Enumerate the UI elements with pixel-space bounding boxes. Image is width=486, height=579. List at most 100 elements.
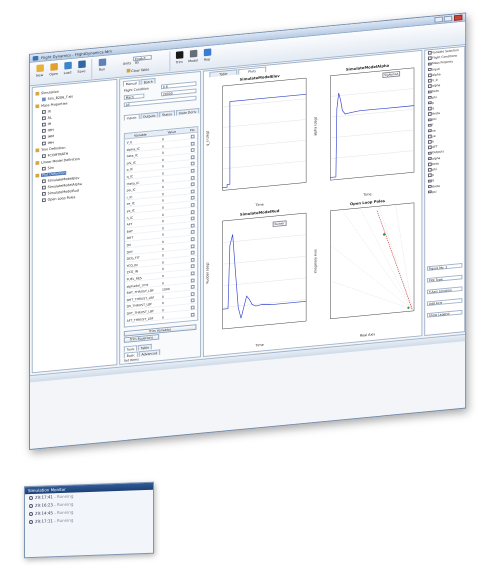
checkbox[interactable] <box>427 179 432 183</box>
checkbox[interactable] <box>427 78 432 83</box>
plot-checkbox[interactable] <box>190 155 195 160</box>
plot-setting-field[interactable]: Show Legend <box>427 309 463 318</box>
tab-plots-view[interactable]: Plots <box>238 66 267 75</box>
checkbox[interactable] <box>427 84 432 88</box>
plot-checkbox[interactable] <box>190 257 195 262</box>
checkbox[interactable] <box>427 67 432 72</box>
trim-button[interactable]: Trim <box>172 51 186 70</box>
value-cell[interactable]: 0 <box>162 158 164 162</box>
checkbox[interactable] <box>427 140 432 144</box>
save-button[interactable]: Save <box>75 60 89 79</box>
plot-alpha[interactable]: SimulateModelAlpha alpha (deg) SigAlphaA… <box>314 60 420 202</box>
plot-checkbox[interactable] <box>190 298 195 303</box>
value-cell[interactable]: 0 <box>162 151 164 155</box>
tab-outputs[interactable]: Outputs <box>140 111 159 120</box>
plot-checkbox[interactable] <box>190 202 195 207</box>
checkbox[interactable] <box>427 117 432 122</box>
model-button[interactable]: Model <box>186 49 200 68</box>
checkbox[interactable] <box>427 129 432 133</box>
plot-checkbox[interactable] <box>190 223 195 228</box>
plot-setting-field[interactable]: Y-Axis Location <box>427 286 463 295</box>
minimize-button[interactable] <box>434 16 443 23</box>
value-cell[interactable]: 0 <box>162 144 164 148</box>
plot-checkbox[interactable] <box>190 312 195 317</box>
value-cell[interactable]: 0 <box>162 240 164 244</box>
checkbox[interactable] <box>427 123 432 127</box>
column-variable[interactable]: Variable <box>134 133 146 138</box>
plot-poles[interactable]: Open Loop Poles Imaginary Axis Real Axis <box>314 195 420 342</box>
tab-manual[interactable]: Manual <box>122 79 140 87</box>
tab-advanced[interactable]: Advanced <box>138 349 160 357</box>
value-cell[interactable]: 0 <box>162 172 164 176</box>
checkbox[interactable] <box>427 90 432 94</box>
checkbox[interactable] <box>427 184 432 189</box>
plot-checkbox[interactable] <box>190 175 195 180</box>
checkbox[interactable] <box>427 73 432 77</box>
value-cell[interactable]: 0 <box>162 247 164 251</box>
plot-checkbox[interactable] <box>190 134 195 139</box>
maximize-button[interactable] <box>443 15 453 22</box>
value-cell[interactable]: 0 <box>162 315 164 319</box>
checkbox[interactable] <box>427 51 432 55</box>
plot-setting-field[interactable]: Add Axis <box>427 298 463 306</box>
value-cell[interactable]: 0 <box>162 233 164 237</box>
value-cell[interactable]: 0 <box>162 192 164 196</box>
checkbox[interactable] <box>427 56 432 61</box>
value-cell[interactable]: 0 <box>162 254 164 258</box>
value-cell[interactable]: 0 <box>162 295 164 299</box>
open-button[interactable]: Open <box>47 63 61 82</box>
plot-checkbox[interactable] <box>190 168 195 173</box>
close-button[interactable] <box>454 14 463 21</box>
plot-rud[interactable]: SimulateModelRud Rudder (deg) Rudder Tim… <box>206 205 312 353</box>
value-cell[interactable]: 0 <box>162 179 164 183</box>
checkbox[interactable] <box>427 106 432 111</box>
checkbox[interactable] <box>427 168 432 172</box>
value-cell[interactable]: 0 <box>162 199 164 203</box>
plot-setting-field[interactable]: Plot Type <box>427 274 463 283</box>
tab-state-deriv[interactable]: State Deriv <box>175 108 200 116</box>
plot-checkbox[interactable] <box>190 250 195 255</box>
plot-setting-field[interactable]: Figure No. 1 <box>427 263 463 271</box>
units-select[interactable]: English - BS <box>133 54 152 65</box>
value-cell[interactable]: 0 <box>162 274 164 278</box>
value-cell[interactable]: 0 <box>162 308 164 312</box>
plot-checkbox[interactable] <box>190 182 195 187</box>
checkbox[interactable] <box>427 190 432 194</box>
clear-table-button[interactable]: Clear Table <box>126 67 149 74</box>
run-button[interactable]: Run <box>95 58 109 77</box>
value-cell[interactable]: 0 <box>162 137 164 141</box>
mach-select[interactable]: Mach <box>123 93 145 100</box>
checkbox[interactable] <box>427 173 432 178</box>
value-cell[interactable]: 0 <box>162 165 164 169</box>
checkbox[interactable] <box>427 112 432 116</box>
checkbox[interactable] <box>427 62 432 66</box>
checkbox[interactable] <box>427 145 432 150</box>
checkbox[interactable] <box>427 95 432 100</box>
value-cell[interactable]: 1000 <box>162 287 170 291</box>
plot-checkbox[interactable] <box>190 216 195 221</box>
tab-inputs[interactable]: Inputs <box>123 113 140 121</box>
plot-checkbox[interactable] <box>190 161 195 166</box>
checkbox[interactable] <box>427 162 432 166</box>
plot-checkbox[interactable] <box>190 230 195 235</box>
value-cell[interactable]: 0 <box>162 261 164 265</box>
plot-checkbox[interactable] <box>190 141 195 146</box>
value-cell[interactable]: 0 <box>162 206 164 210</box>
plot-checkbox[interactable] <box>190 209 195 214</box>
column-value[interactable]: Value <box>168 130 176 134</box>
plot-checkbox[interactable] <box>190 264 195 269</box>
value-cell[interactable]: 0 <box>162 213 164 217</box>
value-cell[interactable]: 0 <box>162 267 164 271</box>
plot-checkbox[interactable] <box>190 278 195 283</box>
value-cell[interactable]: 0 <box>162 185 164 189</box>
value-cell[interactable]: 0 <box>162 281 164 285</box>
column-plot[interactable]: Plo <box>190 128 195 132</box>
plot-checkbox[interactable] <box>190 244 195 248</box>
plot-checkbox[interactable] <box>190 291 195 296</box>
load-button[interactable]: Load <box>61 61 75 80</box>
plot-checkbox[interactable] <box>190 148 195 153</box>
plot-checkbox[interactable] <box>190 189 195 194</box>
value-cell[interactable]: 0 <box>162 220 164 224</box>
value-cell[interactable]: 0 <box>162 226 164 230</box>
report-button[interactable]: Rep <box>200 48 214 67</box>
